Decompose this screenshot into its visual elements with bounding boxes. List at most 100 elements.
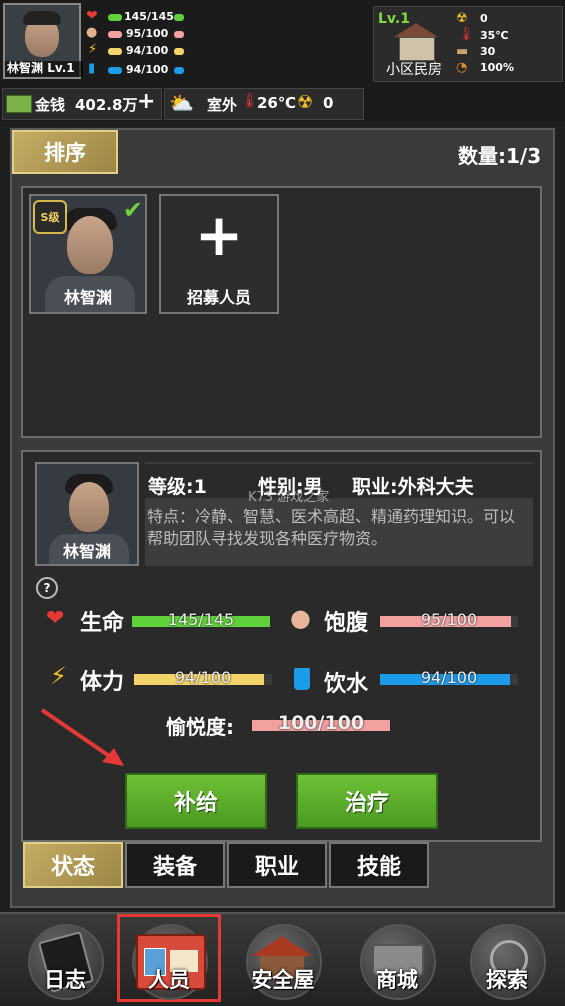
rank-badge: S级 [33, 200, 67, 234]
tab-status-label: 状态 [50, 855, 95, 880]
stomach-icon: ● [86, 25, 98, 40]
heart-icon: ❤ [46, 606, 65, 631]
water-value: 94/100 [420, 668, 478, 687]
water-mini-value: 94/100 [126, 63, 169, 76]
thermometer-icon: 🌡 [458, 27, 475, 42]
nav-personnel[interactable]: 人员 [114, 918, 224, 1002]
location-materials: 30 [480, 45, 496, 58]
hp-mini-bar-right [174, 14, 184, 21]
rank-label: S级 [40, 211, 60, 224]
lightning-icon: ⚡ [88, 42, 98, 57]
supply-button[interactable]: 补给 [125, 773, 267, 829]
stamina-mini-value: 94/100 [126, 44, 169, 57]
member-count: 数量:1/3 [458, 144, 542, 168]
tab-skills[interactable]: 技能 [329, 842, 429, 888]
stomach-icon: ● [290, 604, 311, 632]
location-panel[interactable]: Lv.1 小区民房 ☢ 0 🌡 35℃ ▬ 30 ◔ 100% [373, 6, 563, 82]
weather-icon: ⛅ [169, 91, 194, 115]
stamina-mini-bar-right [174, 48, 184, 55]
hunger-mini-value: 95/100 [126, 27, 169, 40]
tab-status[interactable]: 状态 [23, 842, 123, 888]
lightning-icon: ⚡ [50, 662, 67, 690]
stamina-label: 体力 [80, 670, 125, 695]
house-icon [394, 23, 438, 61]
tab-equipment-label: 装备 [152, 855, 197, 880]
help-button[interactable]: ? [36, 577, 58, 599]
money-panel: 金钱 402.8万 + [2, 88, 162, 120]
help-label: ? [43, 581, 51, 595]
player-portrait[interactable]: 林智渊 Lv.1 [3, 3, 83, 79]
water-label: 饮水 [324, 672, 369, 697]
avatar-hair [23, 11, 61, 25]
materials-icon: ▬ [456, 44, 469, 59]
watermark: K73 游戏之家 [248, 490, 330, 505]
detail-level: 等级:1 [148, 476, 207, 498]
add-money-button[interactable]: + [137, 89, 155, 114]
tab-profession-label: 职业 [254, 855, 299, 880]
supply-label: 补给 [173, 791, 218, 816]
detail-name: 林智渊 [62, 542, 111, 561]
location-temperature: 35℃ [480, 29, 509, 42]
environment-radiation: 0 [323, 94, 334, 112]
water-mini-bar-left [108, 67, 122, 74]
detail-portrait: 林智渊 [35, 462, 139, 566]
stamina-mini-bar-left [108, 48, 122, 55]
stamina-bar: 94/100 [134, 668, 272, 687]
member-portrait-face [67, 216, 113, 274]
location-name: 小区民房 [386, 62, 442, 78]
hp-mini-bar-left [108, 14, 122, 21]
nav-log-label: 日志 [44, 968, 86, 992]
recruit-label: 招募人员 [186, 288, 251, 307]
sort-button[interactable]: 排序 [12, 130, 118, 174]
nav-log[interactable]: 日志 [10, 918, 120, 1002]
nav-explore-label: 探索 [486, 968, 528, 992]
checkmark-icon: ✔ [122, 196, 143, 224]
location-radiation: 0 [480, 12, 488, 25]
nav-shop[interactable]: 商城 [342, 918, 452, 1002]
member-name: 林智渊 [63, 288, 112, 307]
tab-equipment[interactable]: 装备 [125, 842, 225, 888]
detail-portrait-face [69, 482, 109, 532]
hunger-mini-bar-left [108, 31, 122, 38]
nav-explore[interactable]: 探索 [452, 918, 562, 1002]
vitals-panel: ❤ 145/145 ● 95/100 ⚡ 94/100 ▮ 94/100 [86, 8, 186, 80]
hunger-value: 95/100 [420, 610, 478, 629]
environment-temperature: 26℃ [257, 94, 297, 112]
nav-personnel-label: 人员 [148, 968, 190, 992]
nav-safehouse[interactable]: 安全屋 [228, 918, 338, 1002]
detail-trait: 特点：冷静、智慧、医术高超、精通药理知识。可以帮助团队寻找发现各种医疗物资。 [147, 507, 516, 548]
tab-profession[interactable]: 职业 [227, 842, 327, 888]
arrow-icon [40, 708, 124, 766]
money-value: 402.8万 [75, 96, 138, 114]
durability-icon: ◔ [456, 60, 468, 75]
radiation-icon: ☢ [297, 92, 314, 113]
heart-icon: ❤ [86, 8, 98, 24]
treat-label: 治疗 [344, 791, 389, 816]
tab-skills-label: 技能 [356, 855, 401, 880]
player-name: 林智渊 Lv.1 [7, 61, 75, 75]
radiation-icon: ☢ [456, 11, 468, 26]
treat-button[interactable]: 治疗 [296, 773, 438, 829]
nav-safehouse-label: 安全屋 [251, 968, 315, 992]
environment-label: 室外 [207, 96, 238, 114]
hunger-label: 饱腹 [324, 611, 369, 636]
plus-icon: + [194, 201, 244, 269]
recruit-card[interactable]: + 招募人员 [159, 194, 279, 314]
water-cup-icon [294, 668, 310, 690]
water-bar: 94/100 [380, 668, 518, 687]
nav-shop-label: 商城 [376, 968, 418, 992]
hunger-mini-bar-right [174, 31, 184, 38]
environment-panel: ⛅ 室外 🌡 26℃ ☢ 0 [164, 88, 364, 120]
hp-mini-value: 145/145 [124, 10, 174, 23]
money-label: 金钱 [35, 96, 66, 114]
water-cup-icon: ▮ [88, 61, 96, 76]
location-durability: 100% [480, 61, 514, 74]
member-card[interactable]: S级 ✔ 林智渊 [29, 194, 147, 314]
water-mini-bar-right [174, 67, 184, 74]
detail-job: 职业:外科大夫 [352, 476, 474, 498]
stamina-value: 94/100 [174, 668, 232, 687]
hp-bar: 145/145 [132, 610, 270, 629]
joy-label: 愉悦度: [166, 715, 234, 739]
joy-bar: 100/100 [252, 712, 390, 734]
sort-label: 排序 [44, 141, 86, 165]
